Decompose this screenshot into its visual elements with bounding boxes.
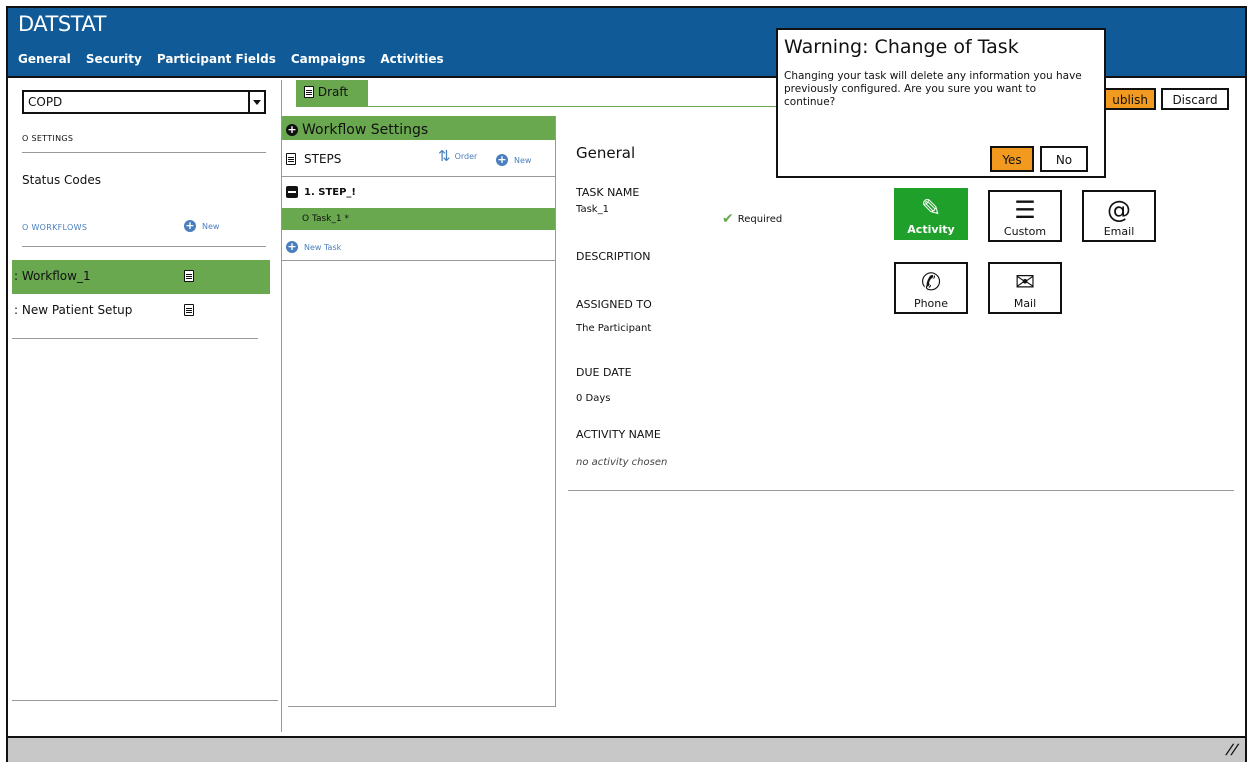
- detail-heading: General: [576, 144, 636, 162]
- assigned-to-value[interactable]: The Participant: [576, 323, 651, 334]
- nav-general[interactable]: General: [18, 52, 71, 66]
- task-type-label: Phone: [913, 297, 949, 310]
- workflow-settings-header[interactable]: + Workflow Settings: [282, 116, 556, 140]
- app-title: DATSTAT: [18, 12, 106, 36]
- plus-icon: +: [496, 153, 508, 166]
- assigned-to-label: ASSIGNED TO: [576, 298, 652, 311]
- settings-section-label[interactable]: O SETTINGS: [22, 134, 73, 143]
- sidebar: COPD O SETTINGS Status Codes O WORKFLOWS…: [8, 80, 280, 730]
- task-type-activity-button[interactable]: ✎ Activity: [894, 188, 968, 240]
- plus-icon: +: [286, 240, 298, 253]
- dialog-title: Warning: Change of Task: [784, 36, 1019, 58]
- workflow-item[interactable]: : New Patient Setup: [12, 294, 270, 328]
- task-type-phone-button[interactable]: ✆ Phone: [894, 262, 968, 314]
- document-icon[interactable]: [184, 270, 194, 282]
- checkmark-icon: ✔: [722, 211, 734, 227]
- steps-label: STEPS: [304, 152, 342, 166]
- list-icon: ☰: [1014, 196, 1036, 224]
- program-select[interactable]: COPD: [22, 90, 266, 114]
- workflow-settings-label: Workflow Settings: [302, 121, 429, 138]
- task-type-email-button[interactable]: @ Email: [1082, 190, 1156, 242]
- task-name-label: TASK NAME: [576, 186, 640, 199]
- due-date-value[interactable]: 0 Days: [576, 393, 611, 404]
- discard-button[interactable]: Discard: [1161, 88, 1229, 110]
- new-step-label: New: [514, 155, 532, 165]
- description-label: DESCRIPTION: [576, 250, 651, 263]
- task-type-label: Activity: [907, 223, 955, 236]
- task-type-mail-button[interactable]: ✉ Mail: [988, 262, 1062, 314]
- pencil-icon: ✎: [920, 194, 942, 222]
- collapse-icon[interactable]: [286, 186, 298, 198]
- new-workflow-button[interactable]: + New: [184, 220, 219, 232]
- warning-dialog: Warning: Change of Task Changing your ta…: [776, 28, 1106, 178]
- due-date-label: DUE DATE: [576, 366, 632, 379]
- no-button[interactable]: No: [1040, 146, 1088, 172]
- nav-campaigns[interactable]: Campaigns: [291, 52, 365, 66]
- envelope-icon: ✉: [1014, 268, 1036, 296]
- dialog-message: Changing your task will delete any infor…: [784, 70, 1082, 108]
- draft-tab[interactable]: Draft: [296, 80, 368, 106]
- task-item[interactable]: O Task_1 *: [282, 208, 556, 230]
- new-task-label: New Task: [304, 242, 342, 252]
- task-type-label: Mail: [1013, 297, 1037, 310]
- divider: [12, 700, 278, 701]
- step-label: 1. STEP_!: [304, 186, 356, 198]
- program-select-value: COPD: [28, 95, 63, 109]
- yes-button[interactable]: Yes: [990, 146, 1034, 172]
- divider: [282, 260, 556, 261]
- required-indicator: ✔ Required: [722, 211, 782, 227]
- document-icon[interactable]: [184, 304, 194, 316]
- new-step-button[interactable]: + New: [496, 154, 531, 166]
- main-nav: General Security Participant Fields Camp…: [18, 52, 459, 66]
- nav-security[interactable]: Security: [86, 52, 142, 66]
- app-window: DATSTAT General Security Participant Fie…: [6, 6, 1247, 762]
- required-label: Required: [737, 213, 783, 225]
- plus-icon: +: [184, 219, 196, 232]
- workflow-steps-panel: + Workflow Settings STEPS ⇅ Order + New …: [282, 116, 556, 710]
- divider: [12, 338, 258, 339]
- step-item[interactable]: 1. STEP_!: [286, 186, 356, 198]
- divider: [282, 176, 556, 177]
- activity-name-label: ACTIVITY NAME: [576, 428, 661, 441]
- new-task-button[interactable]: + New Task: [286, 241, 341, 253]
- activity-name-value: no activity chosen: [576, 457, 668, 468]
- workflows-section-label[interactable]: O WORKFLOWS: [22, 223, 87, 232]
- panel-divider: [555, 116, 556, 706]
- divider: [22, 246, 266, 247]
- document-icon: [304, 86, 314, 98]
- task-type-custom-button[interactable]: ☰ Custom: [988, 190, 1062, 242]
- plus-icon: +: [286, 122, 298, 136]
- task-name-value[interactable]: Task_1: [576, 204, 609, 215]
- chevron-down-icon[interactable]: [248, 92, 264, 112]
- phone-icon: ✆: [920, 268, 942, 296]
- task-type-label: Email: [1103, 225, 1135, 238]
- divider: [568, 490, 1234, 491]
- task-detail-panel: General TASK NAME Task_1 ✔ Required DESC…: [568, 138, 1238, 508]
- sort-arrows-icon: ⇅: [438, 147, 451, 165]
- status-bar: //: [8, 736, 1245, 762]
- workflow-item[interactable]: : Workflow_1: [12, 260, 270, 294]
- task-type-label: Custom: [1003, 225, 1047, 238]
- status-codes-link[interactable]: Status Codes: [22, 173, 101, 187]
- resize-grip-icon[interactable]: //: [1224, 742, 1240, 758]
- document-icon: [286, 153, 296, 165]
- nav-activities[interactable]: Activities: [380, 52, 443, 66]
- draft-label: Draft: [317, 85, 349, 99]
- at-icon: @: [1107, 196, 1131, 224]
- workflow-label: : New Patient Setup: [14, 303, 133, 317]
- new-workflow-label: New: [202, 221, 220, 231]
- divider: [22, 152, 266, 153]
- order-button[interactable]: ⇅ Order: [438, 147, 478, 165]
- workflow-label: : Workflow_1: [14, 269, 91, 283]
- order-label: Order: [454, 151, 478, 161]
- steps-header: STEPS: [286, 152, 341, 166]
- divider: [288, 706, 556, 707]
- nav-participant-fields[interactable]: Participant Fields: [157, 52, 276, 66]
